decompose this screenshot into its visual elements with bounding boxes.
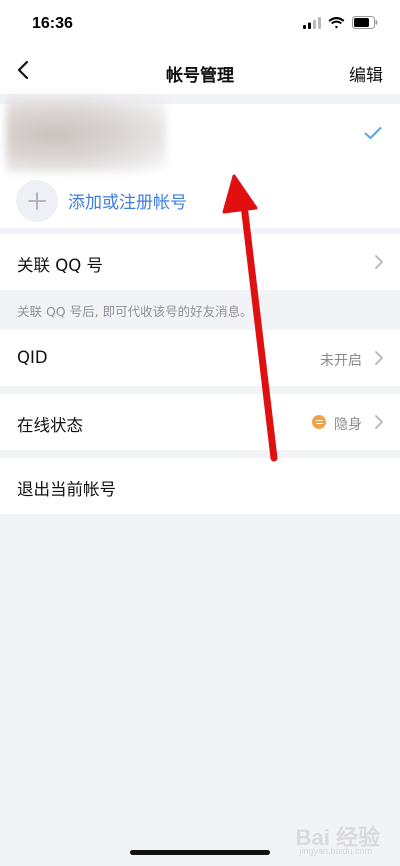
status-icons	[303, 16, 378, 29]
add-account-circle[interactable]	[16, 180, 58, 222]
blurred-account-info	[6, 96, 166, 172]
chevron-right-icon	[375, 255, 383, 269]
add-account-label[interactable]: 添加或注册帐号	[68, 188, 187, 213]
invisible-status-icon	[312, 415, 326, 429]
home-indicator[interactable]	[130, 850, 270, 855]
chevron-right-icon	[375, 415, 383, 429]
online-status-label: 在线状态	[17, 416, 83, 435]
page-title: 帐号管理	[166, 66, 234, 86]
battery-icon	[352, 16, 378, 29]
online-status-value: 隐身	[334, 417, 362, 433]
online-status-row[interactable]: 在线状态 隐身	[0, 394, 400, 450]
linked-qq-label: 关联 QQ 号	[17, 256, 103, 275]
edit-button[interactable]: 编辑	[349, 61, 383, 86]
current-account-row[interactable]	[0, 96, 400, 172]
chevron-right-icon	[375, 351, 383, 365]
nav-bar: 帐号管理 编辑	[0, 48, 400, 94]
cellular-signal-icon	[303, 16, 321, 29]
logout-label: 退出当前帐号	[17, 480, 116, 499]
qid-value: 未开启	[320, 353, 362, 369]
qid-label: QID	[17, 348, 48, 367]
linked-qq-hint: 关联 QQ 号后, 即可代收该号的好友消息。	[17, 304, 253, 319]
baidu-watermark-url: jingyan.baidu.com	[299, 846, 372, 856]
status-time: 16:36	[32, 15, 73, 32]
checkmark-icon	[364, 127, 382, 139]
account-card: 添加或注册帐号	[0, 96, 400, 228]
add-account-row[interactable]: 添加或注册帐号	[0, 166, 400, 226]
status-bar: 16:36	[0, 0, 400, 48]
logout-row[interactable]: 退出当前帐号	[0, 458, 400, 514]
linked-qq-row[interactable]: 关联 QQ 号	[0, 234, 400, 290]
qid-row[interactable]: QID 未开启	[0, 330, 400, 386]
plus-icon	[28, 192, 46, 210]
wifi-icon	[328, 16, 345, 28]
